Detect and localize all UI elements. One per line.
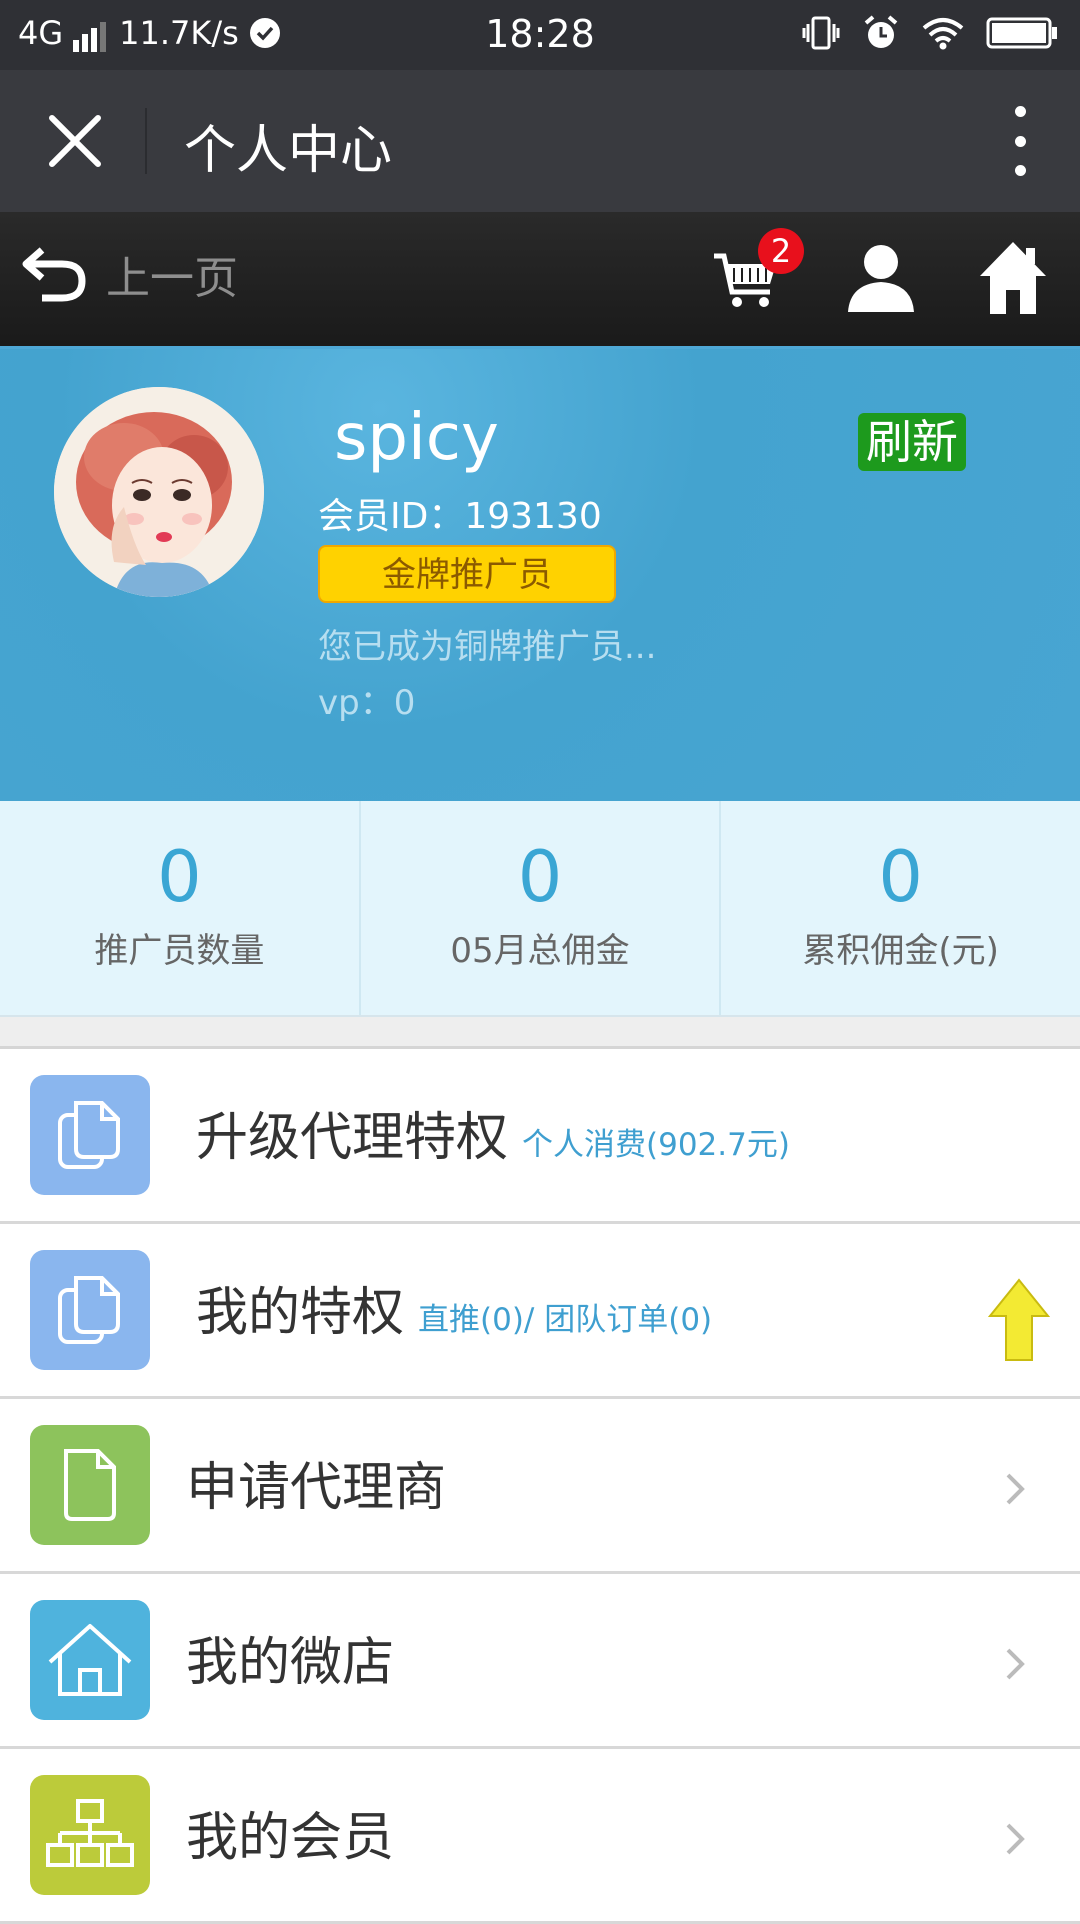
- profile-header: spicy 刷新 会员ID：193130 金牌推广员 您已成为铜牌推广员... …: [0, 349, 1080, 801]
- back-arrow-icon: [22, 247, 86, 302]
- menu-icon-bg: [30, 1250, 150, 1370]
- stats-panel: 0 推广员数量 0 05月总佣金 0 累积佣金(元): [0, 801, 1080, 1017]
- menu-item-title: 我的会员: [186, 1795, 394, 1870]
- scroll-top-arrow-icon[interactable]: [988, 1278, 1050, 1362]
- chevron-right-icon: [1006, 1823, 1025, 1855]
- menu-icon-bg: [30, 1425, 150, 1545]
- menu-item-label: 我的微店: [186, 1633, 395, 1693]
- close-icon[interactable]: [40, 106, 110, 176]
- more-options-button[interactable]: [1000, 106, 1040, 176]
- back-button[interactable]: 上一页: [22, 242, 238, 306]
- menu-item-my-members[interactable]: 我的会员: [0, 1749, 1080, 1924]
- vibrate-icon: [802, 16, 840, 50]
- battery-icon: [986, 17, 1057, 49]
- chevron-right-icon: [1006, 1648, 1025, 1680]
- level-badge: 金牌推广员: [318, 545, 616, 603]
- menu-item-upgrade-agent[interactable]: 升级代理特权 个人消费(902.7元): [0, 1049, 1080, 1224]
- menu-item-label: 我的会员: [186, 1808, 395, 1868]
- cart-count-badge: 2: [758, 228, 804, 274]
- vp-value: vp：0: [318, 683, 416, 723]
- chevron-right-icon: [1006, 1473, 1025, 1505]
- avatar-image: [54, 387, 264, 597]
- menu-item-apply-agent[interactable]: 申请代理商: [0, 1399, 1080, 1574]
- menu-item-subtitle: 直推(0)/ 团队订单(0): [418, 1302, 713, 1338]
- back-label: 上一页: [106, 253, 238, 304]
- menu-item-title: 申请代理商: [186, 1445, 446, 1520]
- member-id: 会员ID：193130: [318, 496, 602, 537]
- menu-item-subtitle: 个人消费(902.7元): [522, 1127, 790, 1163]
- more-dot-icon: [1014, 106, 1026, 117]
- wifi-icon: [922, 18, 964, 50]
- refresh-button[interactable]: 刷新: [858, 413, 966, 471]
- menu-item-my-store[interactable]: 我的微店: [0, 1574, 1080, 1749]
- stat-value: 0: [878, 836, 923, 918]
- menu-item-title: 我的微店: [186, 1620, 394, 1695]
- title-bar: 个人中心: [0, 70, 1080, 212]
- documents-icon: [58, 1101, 120, 1169]
- username: spicy: [334, 401, 499, 475]
- house-icon: [48, 1624, 132, 1696]
- menu-list: 升级代理特权 个人消费(902.7元) 我的特权 直推(0)/ 团队订单(0) …: [0, 1046, 1080, 1924]
- more-dot-icon: [1014, 135, 1026, 147]
- stat-label: 累积佣金(元): [802, 931, 999, 971]
- home-icon[interactable]: [978, 240, 1048, 316]
- stat-value: 0: [157, 836, 202, 918]
- page-title: 个人中心: [184, 121, 393, 181]
- org-chart-icon: [46, 1799, 134, 1867]
- stat-total-commission[interactable]: 0 累积佣金(元): [721, 801, 1080, 1015]
- stat-promoter-count[interactable]: 0 推广员数量: [0, 801, 361, 1015]
- nav-bar: 上一页 2: [0, 212, 1080, 349]
- title-divider: [145, 108, 147, 174]
- promoter-status: 您已成为铜牌推广员...: [318, 627, 657, 667]
- status-bar: 4G 11.7K/s 18:28: [0, 0, 1080, 70]
- stat-label: 推广员数量: [94, 931, 265, 971]
- stat-monthly-commission[interactable]: 0 05月总佣金: [361, 801, 722, 1015]
- menu-item-label: 我的特权: [196, 1283, 405, 1343]
- menu-icon-bg: [30, 1600, 150, 1720]
- alarm-icon: [864, 15, 898, 48]
- menu-item-my-privileges[interactable]: 我的特权 直推(0)/ 团队订单(0): [0, 1224, 1080, 1399]
- documents-icon: [58, 1276, 120, 1344]
- stat-value: 0: [517, 836, 563, 918]
- menu-item-label: 申请代理商: [186, 1458, 447, 1518]
- avatar[interactable]: [54, 387, 264, 597]
- more-dot-icon: [1014, 165, 1026, 176]
- menu-item-label: 升级代理特权: [196, 1108, 509, 1168]
- menu-icon-bg: [30, 1775, 150, 1895]
- menu-item-title: 升级代理特权 个人消费(902.7元): [196, 1095, 790, 1170]
- user-icon[interactable]: [846, 242, 916, 314]
- stat-label: 05月总佣金: [450, 931, 630, 971]
- menu-item-title: 我的特权 直推(0)/ 团队订单(0): [196, 1270, 712, 1345]
- status-right: [802, 14, 1058, 52]
- menu-icon-bg: [30, 1075, 150, 1195]
- document-icon: [64, 1449, 116, 1521]
